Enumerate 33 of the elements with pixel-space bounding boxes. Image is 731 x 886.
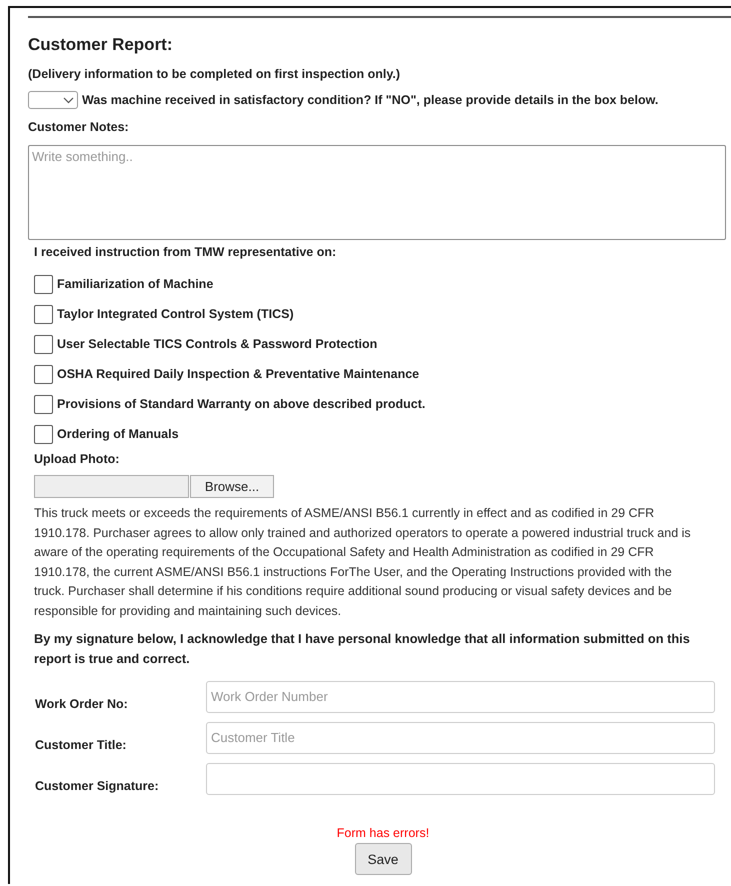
field-label: Customer Title: — [35, 736, 128, 752]
chevron-icon — [63, 96, 74, 104]
section-title: Customer Report: — [28, 35, 174, 55]
checkbox[interactable] — [34, 304, 53, 324]
field-label: Customer Signature: — [35, 778, 160, 792]
input-field[interactable]: Work Order Number — [206, 680, 715, 712]
checkbox-label: Ordering of Manuals — [57, 427, 179, 441]
checkbox-label: Familiarization of Machine — [57, 277, 214, 291]
checkbox[interactable] — [34, 274, 53, 294]
input-field[interactable]: Customer Title — [206, 722, 715, 754]
notes-field[interactable]: Write something.. — [28, 145, 726, 240]
acknowledgement-text: By my signature below, I acknowledge that I have personal knowledge that all information submitted on this report is true and correct. — [34, 630, 691, 668]
disclaimer-text: This truck meets or exceeds the requirements of ASME/ANSI B56.1 currently in effect and as codified in 29 CFR 1910.178. Purchaser agrees to allow only trained and authorized operators to operate a powered industrial truck and is aware of the operating requirements of the Occupational Safety and Health Administration as codified in 29 CFR 1910.178, the current ASME/ANSI B56.1 instructions ForThe User, and the Operating Instructions provided with the truck. Purchaser shall determine if his conditions require additional sound producing or visual safety devices and be responsible for providing and maintaining such devices. — [34, 505, 692, 620]
dropdown[interactable] — [28, 91, 78, 109]
checkbox[interactable] — [34, 334, 53, 354]
save-button[interactable]: Save — [354, 843, 412, 875]
browse-button[interactable]: Browse... — [190, 475, 274, 498]
checkbox-label: Taylor Integrated Control System (TICS) — [57, 307, 294, 321]
checkbox-label: Provisions of Standard Warranty on above described product. — [57, 397, 426, 411]
file-name-field[interactable] — [34, 475, 189, 498]
subtitle: (Delivery information to be completed on first inspection only.) — [28, 67, 402, 81]
checkbox[interactable] — [34, 424, 53, 444]
error-message: Form has errors! — [336, 826, 430, 840]
field-label: Work Order No: — [35, 696, 129, 710]
checkbox[interactable] — [34, 364, 53, 384]
upload-label: Upload Photo: — [34, 452, 120, 466]
notes-label: Customer Notes: — [28, 120, 130, 134]
checkbox-label: User Selectable TICS Controls & Password Protection — [57, 337, 378, 351]
question-text: Was machine received in satisfactory condition? If "NO", please provide details in the box below. — [82, 93, 658, 107]
instruction-label: I received instruction from TMW representative on: — [34, 245, 338, 259]
checkbox[interactable] — [34, 394, 53, 414]
input-field[interactable] — [206, 762, 715, 794]
checkbox-label: OSHA Required Daily Inspection & Preventative Maintenance — [57, 367, 420, 381]
